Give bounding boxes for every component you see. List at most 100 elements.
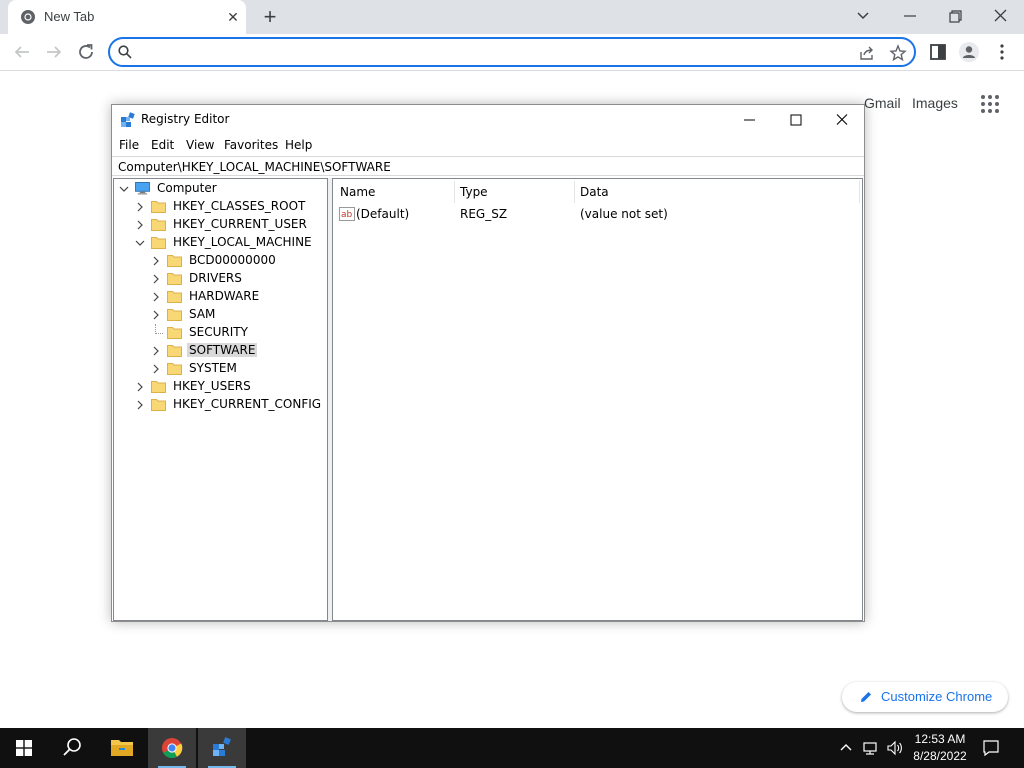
chevron-right-icon[interactable] <box>134 201 146 213</box>
system-clock[interactable]: 12:53 AM 8/28/2022 <box>910 731 970 765</box>
close-icon[interactable] <box>830 111 854 129</box>
tree-item[interactable]: HARDWARE <box>150 288 350 306</box>
values-list[interactable]: Name Type Data ab (Default) REG_SZ (valu… <box>332 178 863 621</box>
share-icon[interactable] <box>858 44 876 62</box>
side-panel-icon[interactable] <box>927 41 949 63</box>
chrome-taskbar-button[interactable] <box>148 728 196 768</box>
tree-item[interactable]: HKEY_CURRENT_USER <box>134 216 334 234</box>
omnibox[interactable] <box>108 37 916 67</box>
tree-item-label: HKEY_CURRENT_USER <box>173 217 307 231</box>
gmail-link[interactable]: Gmail <box>864 95 901 111</box>
bookmark-star-icon[interactable] <box>889 44 907 62</box>
folder-icon <box>151 381 166 393</box>
tab-title: New Tab <box>44 9 95 24</box>
tree-item[interactable]: BCD00000000 <box>150 252 350 270</box>
maximize-icon[interactable] <box>784 111 808 129</box>
menu-edit[interactable]: Edit <box>151 138 174 152</box>
chevron-right-icon[interactable] <box>150 255 162 267</box>
new-tab-button[interactable]: + <box>258 6 282 28</box>
customize-chrome-label: Customize Chrome <box>881 689 993 704</box>
pencil-icon <box>861 692 871 702</box>
tree-item-label: BCD00000000 <box>189 253 276 267</box>
tree-item[interactable]: Computer <box>118 180 318 198</box>
tree-item[interactable]: HKEY_CLASSES_ROOT <box>134 198 334 216</box>
search-icon[interactable] <box>48 728 96 768</box>
chrome-menu-icon[interactable] <box>991 41 1013 63</box>
images-link[interactable]: Images <box>912 95 958 111</box>
minimize-icon[interactable] <box>896 4 924 28</box>
folder-icon <box>167 345 182 357</box>
chevron-right-icon[interactable] <box>134 381 146 393</box>
tree-item[interactable]: SYSTEM <box>150 360 350 378</box>
chevron-right-icon[interactable] <box>150 291 162 303</box>
tree-item[interactable]: HKEY_USERS <box>134 378 334 396</box>
tree-item[interactable]: SECURITY <box>150 324 350 342</box>
regedit-icon <box>213 737 231 756</box>
tree-item-label: HARDWARE <box>189 289 260 303</box>
folder-icon <box>151 219 166 231</box>
chevron-right-icon[interactable] <box>134 219 146 231</box>
tree-item[interactable]: HKEY_LOCAL_MACHINE <box>134 234 334 252</box>
chevron-right-icon[interactable] <box>150 345 162 357</box>
customize-chrome-button[interactable]: Customize Chrome <box>842 682 1008 712</box>
clock-date: 8/28/2022 <box>913 749 967 763</box>
tree-connector <box>155 324 163 334</box>
regedit-taskbar-button[interactable] <box>198 728 246 768</box>
chevron-right-icon[interactable] <box>150 273 162 285</box>
profile-avatar-icon[interactable] <box>958 41 980 63</box>
network-icon[interactable] <box>862 740 880 756</box>
tree-item[interactable]: DRIVERS <box>150 270 350 288</box>
notification-icon[interactable] <box>982 739 1000 757</box>
google-apps-icon[interactable] <box>980 94 1000 114</box>
folder-icon <box>167 327 182 339</box>
menu-file[interactable]: File <box>119 138 139 152</box>
chevron-up-icon[interactable] <box>838 740 854 756</box>
address-path: Computer\HKEY_LOCAL_MACHINE\SOFTWARE <box>118 160 391 174</box>
tab-new-tab[interactable]: New Tab ✕ <box>8 0 246 34</box>
address-bar[interactable]: Computer\HKEY_LOCAL_MACHINE\SOFTWARE <box>112 156 864 176</box>
chrome-icon <box>21 10 35 24</box>
folder-icon <box>167 255 182 267</box>
omnibox-input[interactable] <box>138 42 838 62</box>
string-value-icon: ab <box>339 207 355 221</box>
close-window-icon[interactable] <box>986 4 1014 28</box>
tab-search-icon[interactable] <box>849 4 877 28</box>
chevron-right-icon[interactable] <box>150 363 162 375</box>
file-explorer-icon[interactable] <box>98 728 146 768</box>
menu-help[interactable]: Help <box>285 138 312 152</box>
value-type: REG_SZ <box>460 207 508 221</box>
chevron-right-icon[interactable] <box>150 309 162 321</box>
start-icon[interactable] <box>0 728 48 768</box>
tree-item-label: HKEY_USERS <box>173 379 251 393</box>
folder-icon <box>167 309 182 321</box>
folder-icon <box>151 237 166 249</box>
chevron-down-icon[interactable] <box>118 183 130 195</box>
registry-tree[interactable]: Computer HKEY_CLASSES_ROOT HKEY_CURRENT_US… <box>113 178 328 621</box>
reload-icon[interactable] <box>75 41 97 63</box>
taskbar: 12:53 AM 8/28/2022 <box>0 728 1024 768</box>
tree-item-label: SAM <box>189 307 216 321</box>
menu-favorites[interactable]: Favorites <box>224 138 278 152</box>
folder-icon <box>167 363 182 375</box>
chevron-right-icon[interactable] <box>134 399 146 411</box>
table-row[interactable]: ab (Default) REG_SZ (value not set) <box>333 179 862 227</box>
regedit-icon <box>121 112 135 127</box>
volume-icon[interactable] <box>886 740 904 756</box>
menu-bar: File Edit View Favorites Help <box>112 135 864 155</box>
window-title-bar[interactable]: Registry Editor <box>112 105 864 135</box>
clock-time: 12:53 AM <box>914 732 966 746</box>
tree-item-label: HKEY_LOCAL_MACHINE <box>173 235 312 249</box>
value-data: (value not set) <box>580 207 668 221</box>
tree-item[interactable]: SOFTWARE <box>150 342 350 360</box>
tab-close-icon[interactable]: ✕ <box>224 8 242 26</box>
tree-item[interactable]: HKEY_CURRENT_CONFIG <box>134 396 334 414</box>
tree-item-label: HKEY_CURRENT_CONFIG <box>173 397 322 411</box>
search-icon <box>118 45 132 59</box>
tree-item[interactable]: SAM <box>150 306 350 324</box>
forward-icon[interactable] <box>43 41 65 63</box>
menu-view[interactable]: View <box>186 138 214 152</box>
restore-icon[interactable] <box>941 4 969 28</box>
back-icon[interactable] <box>11 41 33 63</box>
minimize-icon[interactable] <box>738 111 762 129</box>
chevron-down-icon[interactable] <box>134 237 146 249</box>
